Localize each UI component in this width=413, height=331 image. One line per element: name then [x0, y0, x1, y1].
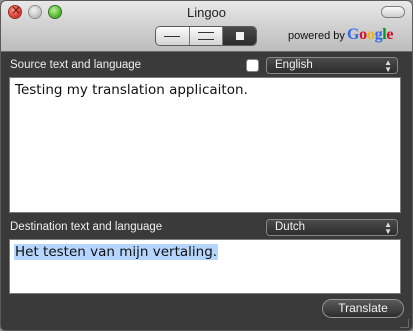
destination-text: Het testen van mijn vertaling. — [14, 244, 219, 260]
double-line-icon — [198, 32, 214, 40]
powered-by-label: powered by — [288, 30, 345, 42]
source-language-select[interactable]: English ▲ ▼ — [267, 58, 397, 74]
select-arrows-icon: ▲ ▼ — [384, 58, 392, 74]
google-logo-letter: o — [359, 26, 367, 43]
source-text: Testing my translation applicaiton. — [15, 82, 248, 98]
destination-language-value: Dutch — [275, 221, 306, 233]
google-logo-letter: o — [366, 26, 375, 43]
destination-label: Destination text and language — [10, 221, 163, 233]
view-mode-segmented-control — [156, 27, 256, 45]
source-text-area[interactable]: Testing my translation applicaiton. — [9, 77, 401, 213]
google-logo-letter: e — [386, 26, 394, 43]
destination-language-select[interactable]: Dutch ▲ ▼ — [267, 220, 397, 236]
single-line-icon — [164, 35, 181, 37]
google-logo: Google — [347, 26, 394, 44]
auto-detect-checkbox[interactable] — [247, 60, 258, 71]
square-icon — [235, 32, 244, 40]
translate-button[interactable]: Translate — [323, 300, 403, 317]
resize-grip-icon[interactable] — [400, 319, 409, 328]
view-mode-single-button[interactable] — [156, 27, 190, 45]
source-label: Source text and language — [10, 59, 142, 71]
destination-text-area[interactable]: Het testen van mijn vertaling. — [9, 239, 401, 294]
title-bar: Lingoo powered by Google — [1, 1, 412, 52]
toolbar-toggle-button[interactable] — [382, 7, 404, 17]
app-window: Lingoo powered by Google Source text and… — [1, 1, 412, 330]
view-mode-full-button[interactable] — [223, 27, 256, 45]
select-arrows-icon: ▲ ▼ — [384, 220, 392, 236]
google-logo-letter: g — [374, 26, 383, 43]
source-language-value: English — [275, 59, 313, 71]
view-mode-double-button[interactable] — [189, 27, 224, 45]
window-title: Lingoo — [186, 5, 227, 20]
google-logo-letter: G — [347, 26, 360, 43]
